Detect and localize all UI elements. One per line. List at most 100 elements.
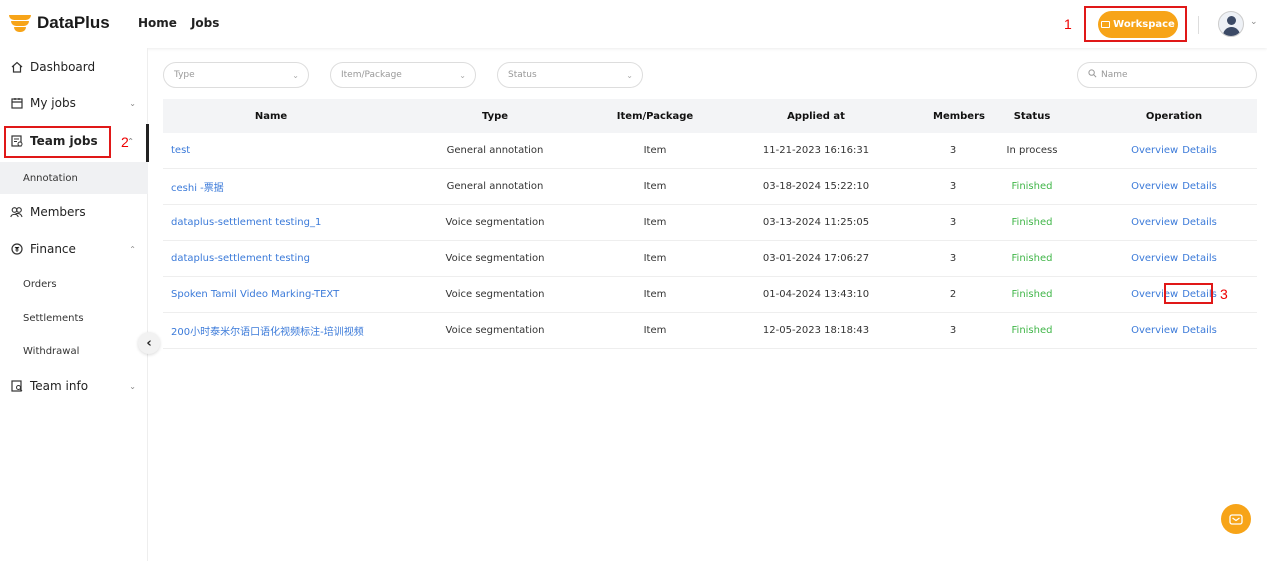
sidebar-subitem-withdrawal[interactable]: Withdrawal xyxy=(0,335,148,367)
logo-icon xyxy=(9,13,31,33)
job-members: 3 xyxy=(949,217,957,228)
job-members: 3 xyxy=(949,145,957,156)
chevron-down-icon: ⌄ xyxy=(626,70,633,80)
table-row: dataplus-settlement testing_1 Voice segm… xyxy=(163,205,1257,241)
overview-link[interactable]: Overview xyxy=(1131,325,1178,336)
job-members: 3 xyxy=(949,181,957,192)
status-badge: Finished xyxy=(1011,181,1053,192)
operation-cell: Overview Details xyxy=(1091,145,1257,156)
overview-link[interactable]: Overview xyxy=(1131,181,1178,192)
search-placeholder: Name xyxy=(1101,70,1128,80)
avatar[interactable] xyxy=(1218,11,1244,37)
status-badge: Finished xyxy=(1011,289,1053,300)
sidebar-item-finance[interactable]: Finance ⌃ xyxy=(0,232,148,266)
sidebar: Dashboard My jobs ⌄ Team jobs ⌃ 2 Annota… xyxy=(0,48,149,561)
highlight-box-team-jobs xyxy=(4,126,111,158)
job-name-link[interactable]: test xyxy=(163,145,379,156)
job-type: Voice segmentation xyxy=(445,217,545,228)
details-link[interactable]: Details xyxy=(1182,145,1217,156)
sidebar-subitem-orders[interactable]: Orders xyxy=(0,268,148,300)
column-header-applied-at: Applied at xyxy=(787,110,845,122)
status-badge: Finished xyxy=(1011,217,1053,228)
overview-link[interactable]: Overview xyxy=(1131,145,1178,156)
brand-name: DataPlus xyxy=(37,13,110,32)
highlight-box-details xyxy=(1164,283,1213,304)
status-filter[interactable]: Status ⌄ xyxy=(497,62,643,88)
details-link[interactable]: Details xyxy=(1182,217,1217,228)
details-link[interactable]: Details xyxy=(1182,253,1217,264)
job-applied-at: 03-13-2024 11:25:05 xyxy=(762,217,870,228)
search-input[interactable]: Name xyxy=(1077,62,1257,88)
job-members: 3 xyxy=(949,325,957,336)
job-applied-at: 03-01-2024 17:06:27 xyxy=(762,253,870,264)
workspace-label: Workspace xyxy=(1113,19,1175,30)
operation-cell: Overview Details xyxy=(1091,217,1257,228)
job-name-link[interactable]: dataplus-settlement testing xyxy=(163,253,379,264)
sidebar-item-label: Dashboard xyxy=(30,60,96,74)
annotation-number-3: 3 xyxy=(1220,286,1228,302)
details-link[interactable]: Details xyxy=(1182,325,1217,336)
column-header-members: Members xyxy=(933,110,985,122)
status-badge: Finished xyxy=(1011,325,1053,336)
chevron-left-icon: ‹ xyxy=(146,335,152,351)
status-filter-placeholder: Status xyxy=(508,70,537,80)
job-item: Item xyxy=(643,181,667,192)
logo[interactable]: DataPlus xyxy=(9,13,110,33)
status-badge: Finished xyxy=(1011,253,1053,264)
calendar-icon xyxy=(10,97,23,110)
job-name-link[interactable]: dataplus-settlement testing_1 xyxy=(163,217,379,228)
job-type: General annotation xyxy=(446,145,544,156)
search-icon xyxy=(1088,69,1097,81)
sidebar-subitem-annotation[interactable]: Annotation xyxy=(0,162,148,194)
header-divider xyxy=(1198,16,1199,34)
table-row: test General annotation Item 11-21-2023 … xyxy=(163,133,1257,169)
nav-jobs[interactable]: Jobs xyxy=(191,16,219,30)
sidebar-item-label: Finance xyxy=(30,242,76,256)
chevron-down-icon[interactable]: ⌄ xyxy=(1250,17,1258,27)
column-header-status: Status xyxy=(1013,110,1051,122)
job-item: Item xyxy=(643,217,667,228)
job-type: General annotation xyxy=(446,181,544,192)
job-applied-at: 01-04-2024 13:43:10 xyxy=(762,289,870,300)
job-name-link[interactable]: ceshi -票据 xyxy=(163,179,379,194)
sidebar-item-my-jobs[interactable]: My jobs ⌄ xyxy=(0,86,148,120)
job-name-link[interactable]: Spoken Tamil Video Marking-TEXT xyxy=(163,289,379,300)
type-filter-placeholder: Type xyxy=(174,70,195,80)
sidebar-item-members[interactable]: Members xyxy=(0,195,148,229)
sidebar-item-label: Members xyxy=(30,205,86,219)
item-package-filter[interactable]: Item/Package ⌄ xyxy=(330,62,476,88)
job-item: Item xyxy=(643,289,667,300)
type-filter[interactable]: Type ⌄ xyxy=(163,62,309,88)
nav-home[interactable]: Home xyxy=(138,16,177,30)
chevron-down-icon: ⌄ xyxy=(292,70,299,80)
message-button[interactable] xyxy=(1221,504,1251,534)
table-row: 200小时泰米尔语口语化视频标注-培训视频 Voice segmentation… xyxy=(163,313,1257,349)
column-header-type: Type xyxy=(481,110,509,122)
table-header: Name Type Item/Package Applied at Member… xyxy=(163,99,1257,133)
workspace-button[interactable]: Workspace xyxy=(1098,11,1178,38)
sidebar-item-team-info[interactable]: Team info ⌄ xyxy=(0,369,148,403)
overview-link[interactable]: Overview xyxy=(1131,217,1178,228)
chevron-up-icon: ⌃ xyxy=(129,244,136,254)
details-link[interactable]: Details xyxy=(1182,181,1217,192)
sidebar-item-label: Team info xyxy=(30,379,89,393)
home-icon xyxy=(10,61,23,74)
job-applied-at: 03-18-2024 15:22:10 xyxy=(762,181,870,192)
mail-icon xyxy=(1229,510,1243,529)
top-nav: Home Jobs xyxy=(138,16,219,30)
workspace-icon xyxy=(1101,21,1111,28)
operation-cell: Overview Details xyxy=(1091,325,1257,336)
column-header-item-package: Item/Package xyxy=(616,110,694,122)
sidebar-subitem-settlements[interactable]: Settlements xyxy=(0,302,148,334)
sidebar-item-dashboard[interactable]: Dashboard xyxy=(0,50,148,84)
overview-link[interactable]: Overview xyxy=(1131,253,1178,264)
finance-icon xyxy=(10,243,23,256)
job-applied-at: 11-21-2023 16:16:31 xyxy=(762,145,870,156)
job-name-link[interactable]: 200小时泰米尔语口语化视频标注-培训视频 xyxy=(163,323,379,338)
chevron-down-icon: ⌄ xyxy=(129,381,136,391)
collapse-sidebar-button[interactable]: ‹ xyxy=(138,332,160,354)
operation-cell: Overview Details xyxy=(1091,181,1257,192)
status-badge: In process xyxy=(1006,145,1058,156)
annotation-number-2: 2 xyxy=(121,134,129,150)
job-type: Voice segmentation xyxy=(445,289,545,300)
